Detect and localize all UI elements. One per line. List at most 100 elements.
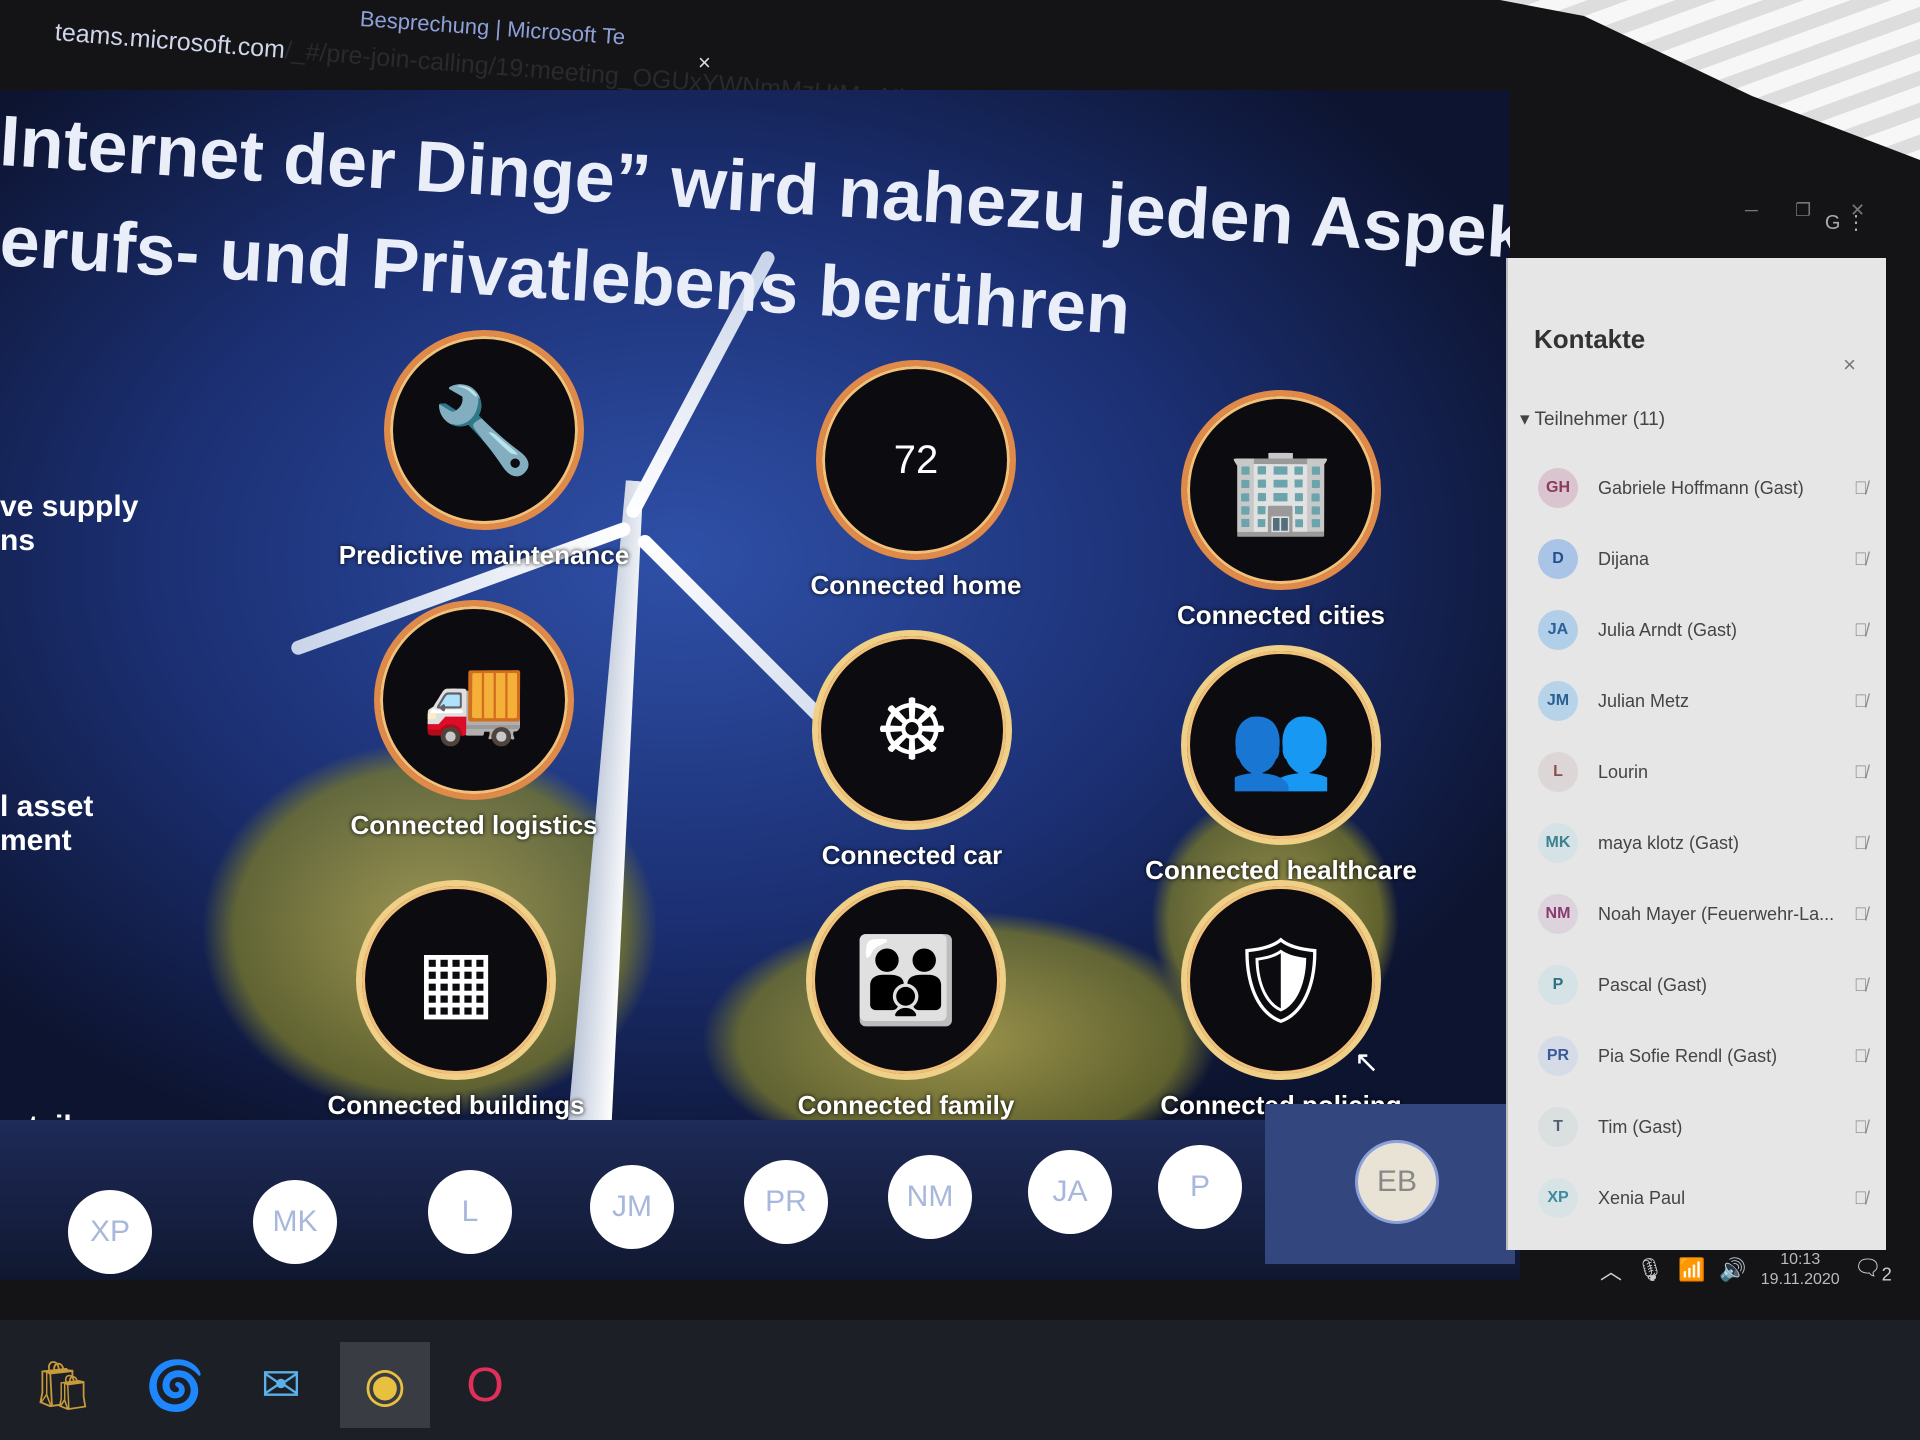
city-icon: 🏢 bbox=[1181, 390, 1381, 590]
more-options-icon[interactable]: G ⋮ bbox=[1825, 210, 1866, 235]
participant-avatar[interactable]: NM bbox=[888, 1155, 972, 1239]
tile-label: Connected car bbox=[821, 840, 1003, 870]
tile-label: Connected family bbox=[797, 1090, 1015, 1120]
avatar: PR bbox=[1538, 1036, 1578, 1076]
participant-row[interactable]: NM Noah Mayer (Feuerwehr-La... 🎙̸ bbox=[1538, 884, 1878, 944]
panel-close-icon[interactable]: × bbox=[1843, 352, 1856, 378]
partial-label: ve supply ns bbox=[0, 490, 139, 557]
icon-glyph: 👪 bbox=[853, 932, 959, 1027]
icon-glyph: ▦ bbox=[416, 933, 496, 1027]
mic-muted-icon: 🎙̸ bbox=[1854, 1045, 1868, 1066]
taskbar: 🛍 🌀 ✉ ◉ O bbox=[0, 1320, 1920, 1440]
participant-row[interactable]: T Tim (Gast) 🎙̸ bbox=[1538, 1097, 1878, 1157]
participant-row[interactable]: L Lourin 🎙̸ bbox=[1538, 742, 1878, 802]
icon-glyph: 🔧 bbox=[431, 382, 537, 477]
participant-row[interactable]: GH Gabriele Hoffmann (Gast) 🎙̸ bbox=[1538, 458, 1878, 518]
shared-slide: Internet der Dinge” wird nahezu jeden As… bbox=[0, 90, 1510, 1130]
microphone-icon[interactable]: 🎙 bbox=[1636, 1257, 1664, 1283]
mic-muted-icon: 🎙̸ bbox=[1854, 477, 1868, 498]
icon-glyph: 🏢 bbox=[1228, 442, 1334, 537]
tile-label: Connected buildings bbox=[327, 1090, 585, 1120]
mic-muted-icon: 🎙̸ bbox=[1854, 619, 1868, 640]
participant-name: Tim (Gast) bbox=[1598, 1116, 1683, 1137]
iot-tile: ▦ Connected buildings bbox=[327, 880, 585, 1121]
tile-label: Connected logistics bbox=[350, 810, 598, 840]
tile-label: Connected cities bbox=[1176, 600, 1386, 630]
taskbar-chrome-icon[interactable]: ◉ bbox=[340, 1342, 430, 1428]
section-label: Teilnehmer (11) bbox=[1534, 409, 1666, 430]
participant-row[interactable]: XP Xenia Paul 🎙̸ bbox=[1538, 1168, 1878, 1228]
avatar: GH bbox=[1538, 468, 1578, 508]
iot-tile: 🏢 Connected cities bbox=[1171, 390, 1391, 631]
icon-glyph: ☸ bbox=[874, 683, 950, 777]
participant-name: Noah Mayer (Feuerwehr-La... bbox=[1598, 903, 1835, 924]
restore-icon[interactable]: ❐ bbox=[1795, 200, 1811, 221]
participant-row[interactable]: D Dijana 🎙̸ bbox=[1538, 529, 1878, 589]
steering-wheel-icon: ☸ bbox=[812, 630, 1012, 830]
avatar: NM bbox=[1538, 894, 1578, 934]
shield-icon: 🛡 bbox=[1181, 880, 1381, 1080]
mouse-cursor: ↖ bbox=[1354, 1046, 1380, 1079]
taskbar-opera-icon[interactable]: O bbox=[440, 1342, 530, 1428]
participant-avatar[interactable]: PR bbox=[744, 1160, 828, 1244]
participant-row[interactable]: MK maya klotz (Gast) 🎙̸ bbox=[1538, 813, 1878, 873]
participant-name: Julia Arndt (Gast) bbox=[1598, 619, 1738, 640]
mic-muted-icon: 🎙̸ bbox=[1854, 974, 1868, 995]
iot-tile: 🛡Connected policing bbox=[1160, 880, 1402, 1121]
participant-name: Dijana bbox=[1598, 548, 1650, 569]
participants-section-toggle[interactable]: ▾ Teilnehmer (11) bbox=[1520, 408, 1665, 431]
url-host: teams.microsoft.com bbox=[53, 18, 287, 65]
time: 10:13 bbox=[1780, 1251, 1821, 1268]
mic-muted-icon: 🎙̸ bbox=[1854, 832, 1868, 853]
screen: Besprechung | Microsoft Te × teams.micro… bbox=[0, 0, 1920, 1340]
thermostat-icon: 72 bbox=[816, 360, 1016, 560]
partial-label: l asset ment bbox=[0, 790, 94, 857]
active-speaker-tile[interactable]: EB bbox=[1265, 1104, 1515, 1264]
iot-tile: 🔧 Predictive maintenance bbox=[339, 330, 629, 571]
building-icon: ▦ bbox=[356, 880, 556, 1080]
browser-tab[interactable]: Besprechung | Microsoft Te bbox=[359, 6, 626, 50]
contacts-panel: G ⋮ Kontakte × ▾ Teilnehmer (11) GH Gabri… bbox=[1506, 212, 1886, 1250]
taskbar-edge-icon[interactable]: 🌀 bbox=[130, 1342, 220, 1428]
icon-glyph: 👥 bbox=[1228, 697, 1334, 792]
meeting-people-icon: 👥 bbox=[1181, 645, 1381, 845]
participant-row[interactable]: JM Julian Metz 🎙̸ bbox=[1538, 671, 1878, 731]
avatar: JM bbox=[1538, 681, 1578, 721]
participant-avatar[interactable]: MK bbox=[253, 1180, 337, 1264]
participant-row[interactable]: JA Julia Arndt (Gast) 🎙̸ bbox=[1538, 600, 1878, 660]
participant-name: Lourin bbox=[1598, 761, 1649, 782]
participant-row[interactable]: PR Pia Sofie Rendl (Gast) 🎙̸ bbox=[1538, 1026, 1878, 1086]
participant-avatar[interactable]: XP bbox=[68, 1190, 152, 1274]
iot-tile: 🚚 Connected logistics bbox=[350, 600, 598, 841]
clock[interactable]: 10:13 19.11.2020 bbox=[1761, 1250, 1840, 1290]
panel-title: Kontakte bbox=[1534, 324, 1646, 354]
participant-avatar[interactable]: P bbox=[1158, 1145, 1242, 1229]
speaker-icon[interactable]: 🔊 bbox=[1719, 1257, 1746, 1283]
avatar: L bbox=[1538, 752, 1578, 792]
network-icon[interactable]: 📶 bbox=[1678, 1257, 1705, 1283]
iot-tile: ☸ Connected car bbox=[802, 630, 1022, 871]
participant-avatar[interactable]: JA bbox=[1028, 1150, 1112, 1234]
mic-muted-icon: 🎙̸ bbox=[1854, 690, 1868, 711]
avatar: P bbox=[1538, 965, 1578, 1005]
notifications-icon[interactable]: 🗨2 bbox=[1854, 1255, 1892, 1285]
mic-muted-icon: 🎙̸ bbox=[1854, 548, 1868, 569]
icon-glyph: 🚚 bbox=[421, 652, 527, 747]
participant-row[interactable]: P Pascal (Gast) 🎙̸ bbox=[1538, 955, 1878, 1015]
participant-avatar[interactable]: JM bbox=[590, 1165, 674, 1249]
taskbar-store-icon[interactable]: 🛍 bbox=[18, 1342, 108, 1428]
notification-count: 2 bbox=[1881, 1263, 1892, 1285]
participant-name: Julian Metz bbox=[1598, 690, 1690, 711]
avatar: XP bbox=[1538, 1178, 1578, 1218]
participant-name: Pia Sofie Rendl (Gast) bbox=[1598, 1045, 1778, 1066]
iot-tile: 👥 Connected healthcare bbox=[1145, 645, 1417, 886]
wrench-icon: 🔧 bbox=[384, 330, 584, 530]
iot-tile: 72 Connected home bbox=[806, 360, 1026, 601]
participant-avatar[interactable]: L bbox=[428, 1170, 512, 1254]
taskbar-mail-icon[interactable]: ✉ bbox=[236, 1342, 326, 1428]
participant-name: Pascal (Gast) bbox=[1598, 974, 1708, 995]
avatar: D bbox=[1538, 539, 1578, 579]
chevron-up-icon[interactable]: ︿ bbox=[1600, 1254, 1622, 1286]
minimize-icon[interactable]: ─ bbox=[1745, 200, 1758, 221]
mic-muted-icon: 🎙̸ bbox=[1854, 1187, 1868, 1208]
